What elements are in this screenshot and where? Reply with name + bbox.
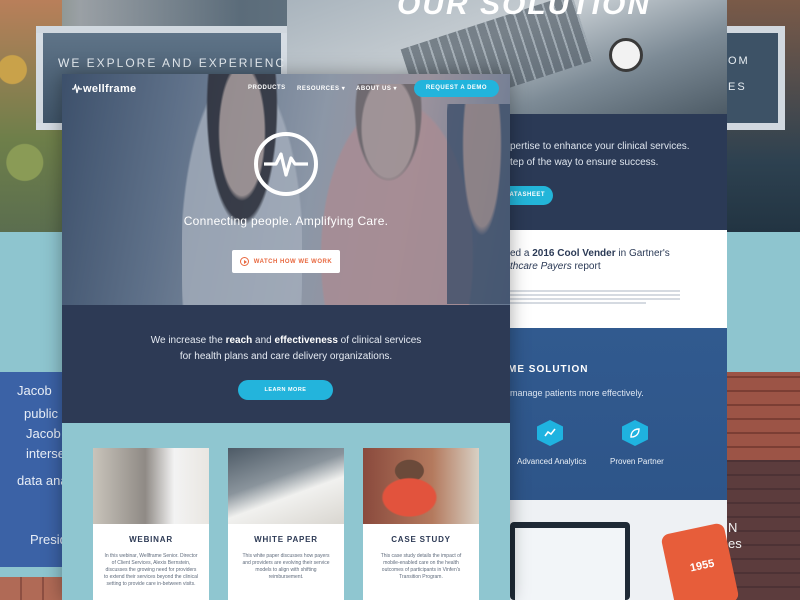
white-paper-card[interactable]: WHITE PAPER This white paper discusses h… bbox=[228, 448, 344, 600]
background-framed-text: WE EXPLORE AND EXPERIENCE bbox=[58, 56, 297, 70]
background-brick bbox=[0, 577, 63, 600]
bio-line: Jacob bbox=[26, 426, 61, 441]
main-page: wellframe PRODUCTS RESOURCES ▾ ABOUT US … bbox=[62, 74, 510, 600]
mission-line-1: We increase the reach and effectiveness … bbox=[150, 335, 422, 346]
webinar-card[interactable]: WEBINAR In this webinar, Wellframe Senio… bbox=[93, 448, 209, 600]
background-framed-text-right-2: ES bbox=[728, 81, 747, 93]
nav-about-us[interactable]: ABOUT US ▾ bbox=[356, 85, 397, 92]
bio-line: public bbox=[24, 406, 58, 421]
solution-subtitle: manage patients more effectively. bbox=[510, 388, 644, 398]
card-title: WEBINAR bbox=[129, 535, 173, 544]
nav-products[interactable]: PRODUCTS bbox=[248, 85, 286, 91]
right-edge-text-2: es bbox=[728, 536, 742, 551]
feature-label: Advanced Analytics bbox=[517, 457, 587, 466]
back-intro-line: pertise to enhance your clinical service… bbox=[510, 141, 690, 152]
award-fine-print bbox=[510, 290, 680, 304]
back-page-title: OUR SOLUTION bbox=[397, 0, 651, 21]
watch-image bbox=[609, 38, 643, 72]
right-edge-text: N bbox=[728, 520, 738, 535]
award-line-2: thcare Payers report bbox=[510, 261, 601, 272]
background-framed-photo-right bbox=[725, 26, 785, 130]
bio-line: data ana bbox=[17, 473, 68, 488]
card-description: In this webinar, Wellframe Senior. Direc… bbox=[104, 553, 198, 587]
solution-title: ME SOLUTION bbox=[508, 364, 589, 375]
learn-more-button[interactable]: LEARN MORE bbox=[238, 380, 333, 400]
play-icon bbox=[239, 257, 249, 266]
nav-resources[interactable]: RESOURCES ▾ bbox=[297, 85, 345, 92]
case-study-card[interactable]: CASE STUDY This case study details the i… bbox=[363, 448, 479, 600]
watch-video-label: WATCH HOW WE WORK bbox=[253, 258, 333, 265]
case-study-image bbox=[363, 448, 479, 524]
mission-line-2: for health plans and care delivery organ… bbox=[179, 351, 393, 362]
background-brick-shadow bbox=[727, 460, 800, 600]
heartbeat-icon bbox=[254, 132, 318, 196]
card-description: This white paper discusses how payers an… bbox=[242, 553, 330, 580]
logo-text: wellframe bbox=[83, 83, 137, 95]
card-description: This case study details the impact of mo… bbox=[380, 553, 462, 580]
background-framed-text-right: OM bbox=[728, 55, 750, 67]
bio-line: Jacob bbox=[17, 383, 52, 398]
hero-tagline: Connecting people. Amplifying Care. bbox=[183, 214, 389, 228]
chevron-down-icon: ▾ bbox=[341, 86, 346, 92]
chevron-down-icon: ▾ bbox=[393, 86, 398, 92]
award-line-1: ed a 2016 Cool Vender in Gartner's bbox=[510, 248, 670, 259]
card-title: CASE STUDY bbox=[391, 535, 451, 544]
resources-section: WEBINAR In this webinar, Wellframe Senio… bbox=[62, 423, 510, 600]
bio-line: interse bbox=[26, 446, 66, 461]
logo[interactable]: wellframe bbox=[72, 83, 136, 95]
webinar-image bbox=[93, 448, 209, 524]
back-intro-line: tep of the way to ensure success. bbox=[510, 157, 659, 168]
white-paper-image bbox=[228, 448, 344, 524]
hero-section: wellframe PRODUCTS RESOURCES ▾ ABOUT US … bbox=[62, 74, 510, 305]
laptop-screen bbox=[515, 528, 625, 600]
card-title: WHITE PAPER bbox=[254, 535, 318, 544]
watch-video-button[interactable]: WATCH HOW WE WORK bbox=[232, 250, 340, 273]
feature-label: Proven Partner bbox=[610, 457, 664, 466]
mission-section: We increase the reach and effectiveness … bbox=[62, 305, 510, 423]
logo-pulse-icon bbox=[72, 84, 82, 94]
request-demo-button[interactable]: REQUEST A DEMO bbox=[414, 80, 499, 97]
